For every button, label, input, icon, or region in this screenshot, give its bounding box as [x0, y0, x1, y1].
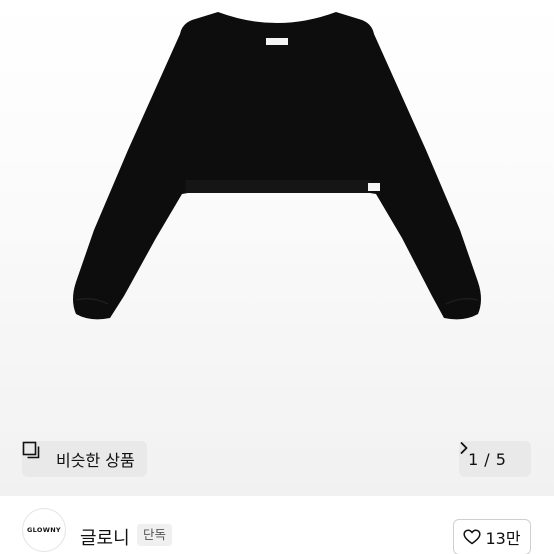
- seller-name[interactable]: 글로니: [80, 524, 130, 550]
- exclusive-badge: 단독: [137, 524, 173, 546]
- seller-logo[interactable]: GLOWNY: [22, 508, 66, 552]
- product-photo: [73, 12, 481, 320]
- product-image[interactable]: 비슷한 상품 1 / 5: [0, 0, 554, 496]
- similar-products-icon: [22, 441, 50, 468]
- like-count: 13만: [485, 529, 521, 548]
- image-pager[interactable]: 1 / 5: [459, 441, 531, 477]
- similar-products-label: 비슷한 상품: [56, 451, 135, 470]
- neck-label: [266, 38, 288, 45]
- pager-separator: /: [484, 449, 490, 469]
- heart-icon: [463, 529, 482, 545]
- pager-total: 5: [495, 449, 506, 469]
- pager-current: 1: [468, 449, 479, 469]
- chevron-right-icon: [460, 442, 522, 466]
- like-button[interactable]: 13만: [453, 519, 531, 554]
- sweatshirt-shape: [73, 12, 481, 320]
- similar-products-button[interactable]: 비슷한 상품: [22, 441, 147, 477]
- side-tag: [368, 183, 380, 191]
- seller-logo-text: GLOWNY: [27, 526, 61, 534]
